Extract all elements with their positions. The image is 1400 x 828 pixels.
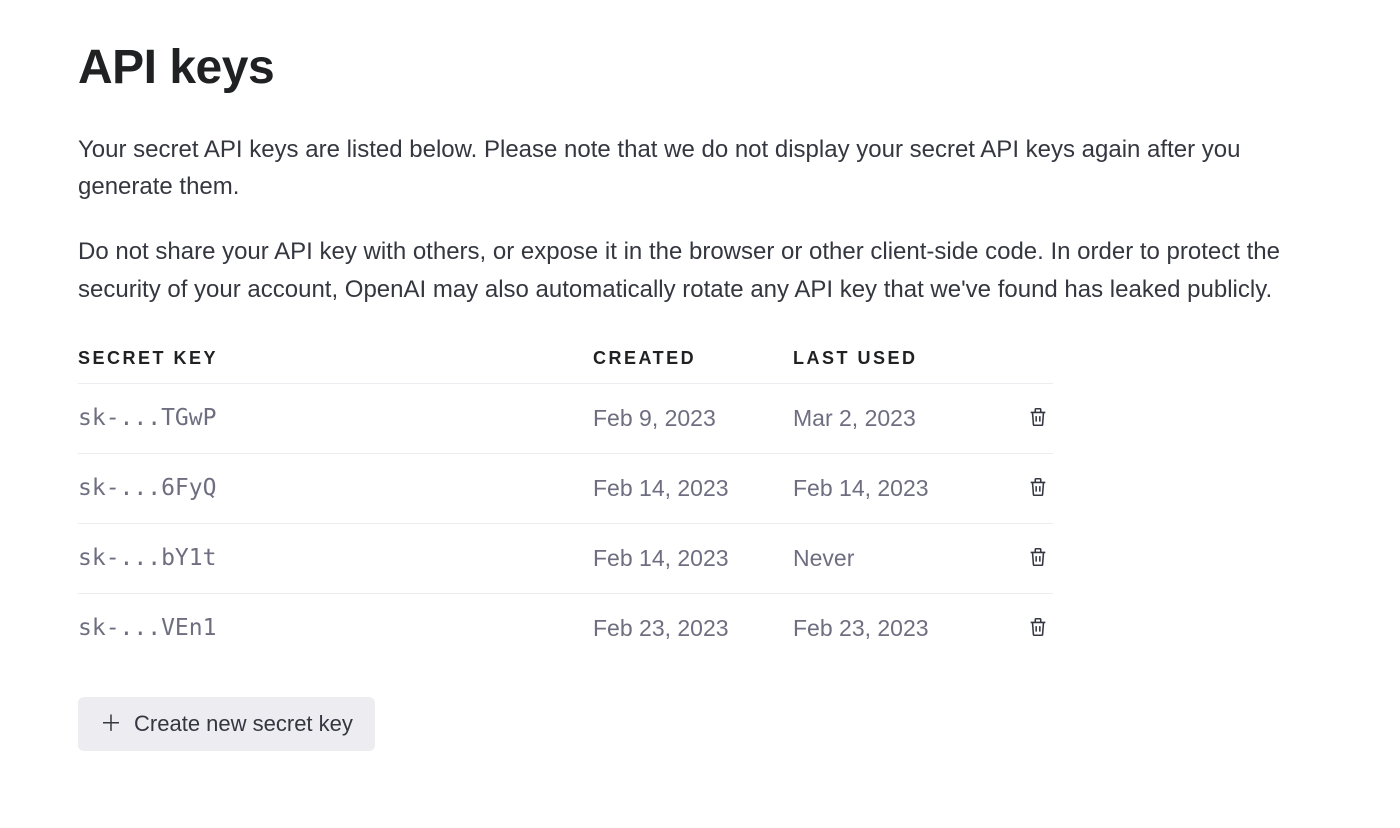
last-used-value: Feb 14, 2023	[793, 453, 993, 523]
table-row: sk-...TGwP Feb 9, 2023 Mar 2, 2023	[78, 383, 1053, 453]
table-row: sk-...6FyQ Feb 14, 2023 Feb 14, 2023	[78, 453, 1053, 523]
created-value: Feb 9, 2023	[593, 383, 793, 453]
last-used-value: Never	[793, 523, 993, 593]
table-header-row: SECRET KEY CREATED LAST USED	[78, 348, 1053, 384]
table-row: sk-...VEn1 Feb 23, 2023 Feb 23, 2023	[78, 593, 1053, 663]
delete-key-button[interactable]	[1023, 542, 1053, 575]
secret-key-value: sk-...6FyQ	[78, 453, 593, 523]
delete-key-button[interactable]	[1023, 402, 1053, 435]
delete-key-button[interactable]	[1023, 472, 1053, 505]
column-header-last-used: LAST USED	[793, 348, 993, 384]
secret-key-value: sk-...VEn1	[78, 593, 593, 663]
secret-key-value: sk-...TGwP	[78, 383, 593, 453]
column-header-created: CREATED	[593, 348, 793, 384]
created-value: Feb 23, 2023	[593, 593, 793, 663]
trash-icon	[1027, 406, 1049, 431]
create-new-secret-key-button[interactable]: ＋ Create new secret key	[78, 697, 375, 751]
column-header-secret-key: SECRET KEY	[78, 348, 593, 384]
description-paragraph-2: Do not share your API key with others, o…	[78, 233, 1322, 307]
table-row: sk-...bY1t Feb 14, 2023 Never	[78, 523, 1053, 593]
plus-icon: ＋	[100, 713, 122, 735]
created-value: Feb 14, 2023	[593, 453, 793, 523]
last-used-value: Mar 2, 2023	[793, 383, 993, 453]
trash-icon	[1027, 546, 1049, 571]
column-header-actions	[993, 348, 1053, 384]
created-value: Feb 14, 2023	[593, 523, 793, 593]
delete-key-button[interactable]	[1023, 612, 1053, 645]
page-title: API keys	[78, 40, 1322, 95]
secret-key-value: sk-...bY1t	[78, 523, 593, 593]
trash-icon	[1027, 476, 1049, 501]
trash-icon	[1027, 616, 1049, 641]
create-button-label: Create new secret key	[134, 711, 353, 737]
last-used-value: Feb 23, 2023	[793, 593, 993, 663]
description-paragraph-1: Your secret API keys are listed below. P…	[78, 131, 1322, 205]
api-keys-table: SECRET KEY CREATED LAST USED sk-...TGwP …	[78, 348, 1053, 663]
